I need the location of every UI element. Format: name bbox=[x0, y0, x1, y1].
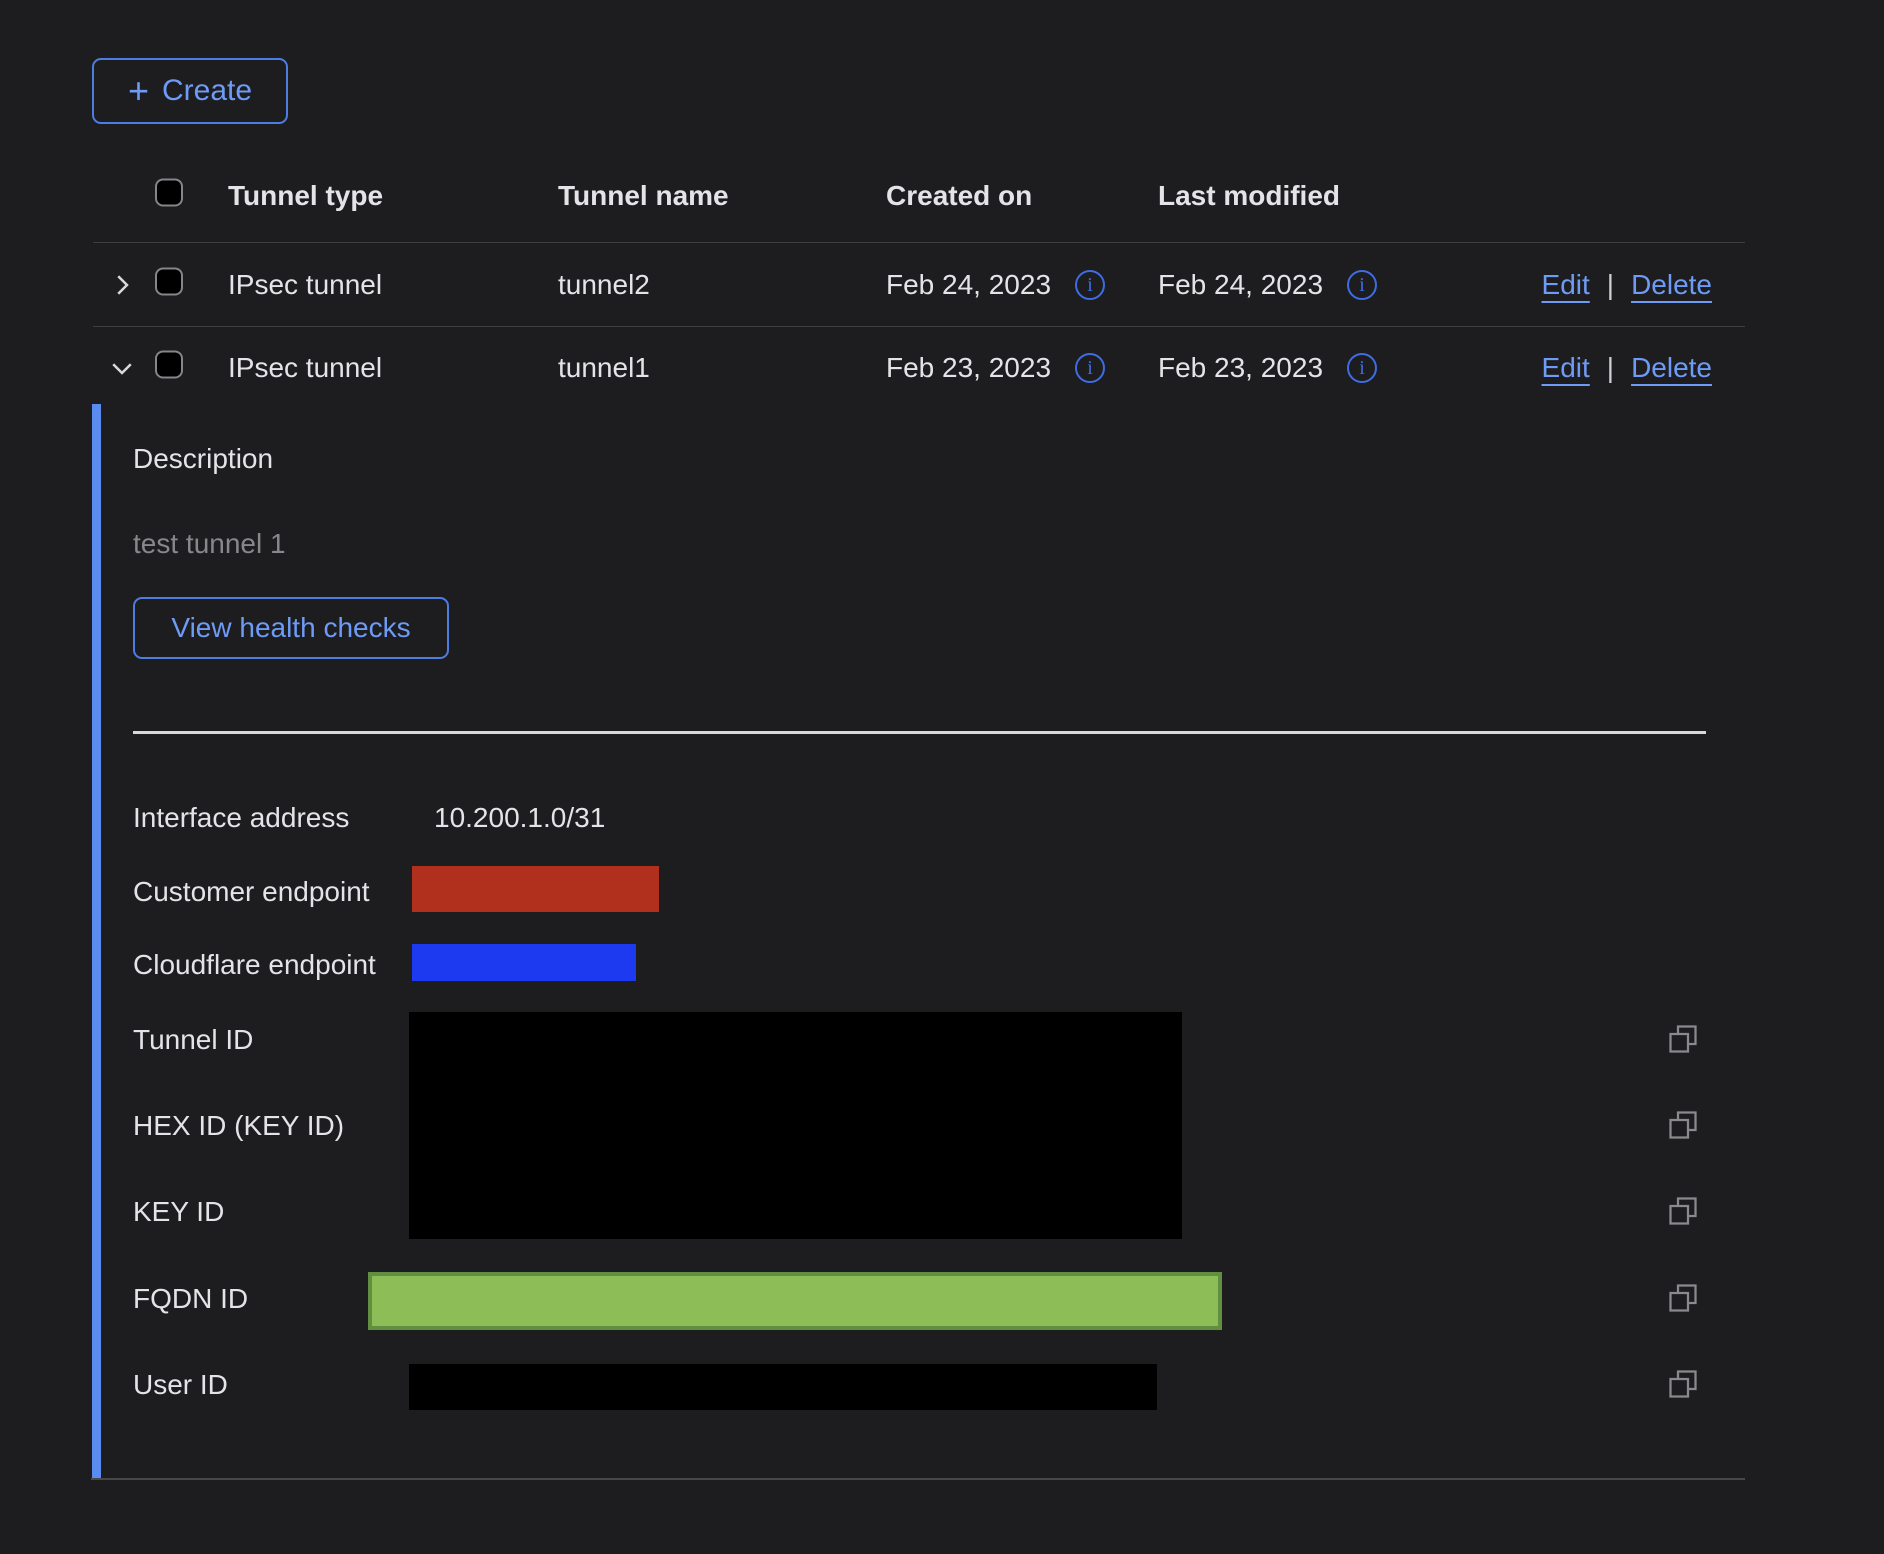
create-button-label: Create bbox=[162, 74, 252, 108]
last-modified-cell: Feb 24, 2023 bbox=[1158, 269, 1323, 301]
select-all-checkbox[interactable] bbox=[155, 179, 183, 207]
table-row: IPsec tunnel tunnel1 Feb 23, 2023 i Feb … bbox=[93, 327, 1745, 409]
last-modified-cell: Feb 23, 2023 bbox=[1158, 352, 1323, 384]
customer-endpoint-label: Customer endpoint bbox=[133, 876, 370, 908]
create-button[interactable]: + Create bbox=[92, 58, 288, 124]
hex-id-label: HEX ID (KEY ID) bbox=[133, 1110, 344, 1142]
column-header-tunnel-name: Tunnel name bbox=[558, 180, 729, 212]
description-label: Description bbox=[133, 443, 273, 475]
action-separator: | bbox=[1607, 352, 1614, 384]
row-checkbox[interactable] bbox=[155, 267, 183, 295]
info-icon[interactable]: i bbox=[1075, 353, 1105, 383]
delete-link[interactable]: Delete bbox=[1631, 269, 1712, 301]
key-id-label: KEY ID bbox=[133, 1196, 224, 1228]
interface-address-label: Interface address bbox=[133, 802, 349, 834]
customer-endpoint-value-redacted bbox=[412, 866, 659, 912]
cloudflare-endpoint-label: Cloudflare endpoint bbox=[133, 949, 376, 981]
info-icon[interactable]: i bbox=[1347, 353, 1377, 383]
expand-chevron-right-icon[interactable] bbox=[105, 268, 139, 302]
copy-icon[interactable] bbox=[1668, 1369, 1698, 1399]
copy-icon[interactable] bbox=[1668, 1283, 1698, 1313]
tunnels-table: Tunnel type Tunnel name Created on Last … bbox=[93, 150, 1745, 409]
copy-icon[interactable] bbox=[1668, 1110, 1698, 1140]
tunnel-name-cell: tunnel1 bbox=[558, 352, 650, 384]
created-on-cell: Feb 23, 2023 bbox=[886, 352, 1051, 384]
edit-link[interactable]: Edit bbox=[1542, 269, 1590, 301]
info-icon[interactable]: i bbox=[1075, 270, 1105, 300]
table-bottom-divider bbox=[91, 1478, 1745, 1480]
user-id-value-redacted bbox=[409, 1364, 1157, 1410]
edit-link[interactable]: Edit bbox=[1542, 352, 1590, 384]
cloudflare-endpoint-value-redacted bbox=[412, 944, 636, 981]
description-value: test tunnel 1 bbox=[133, 528, 286, 560]
collapse-chevron-down-icon[interactable] bbox=[105, 351, 139, 385]
expanded-row-accent-bar bbox=[92, 404, 101, 1479]
tunnel-type-cell: IPsec tunnel bbox=[228, 269, 382, 301]
tunnel-id-hex-key-values-redacted bbox=[409, 1012, 1182, 1239]
tunnel-type-cell: IPsec tunnel bbox=[228, 352, 382, 384]
fqdn-id-label: FQDN ID bbox=[133, 1283, 248, 1315]
copy-icon[interactable] bbox=[1668, 1196, 1698, 1226]
view-health-checks-button[interactable]: View health checks bbox=[133, 597, 449, 659]
action-separator: | bbox=[1607, 269, 1614, 301]
column-header-last-modified: Last modified bbox=[1158, 180, 1340, 212]
table-row: IPsec tunnel tunnel2 Feb 24, 2023 i Feb … bbox=[93, 243, 1745, 327]
tunnel-id-label: Tunnel ID bbox=[133, 1024, 253, 1056]
copy-icon[interactable] bbox=[1668, 1024, 1698, 1054]
created-on-cell: Feb 24, 2023 bbox=[886, 269, 1051, 301]
delete-link[interactable]: Delete bbox=[1631, 352, 1712, 384]
interface-address-value: 10.200.1.0/31 bbox=[434, 802, 605, 834]
section-divider bbox=[133, 731, 1706, 734]
column-header-created-on: Created on bbox=[886, 180, 1032, 212]
fqdn-id-value-redacted bbox=[368, 1272, 1222, 1330]
plus-icon: + bbox=[128, 73, 149, 109]
table-header-row: Tunnel type Tunnel name Created on Last … bbox=[93, 150, 1745, 243]
row-checkbox[interactable] bbox=[155, 351, 183, 379]
tunnel-name-cell: tunnel2 bbox=[558, 269, 650, 301]
user-id-label: User ID bbox=[133, 1369, 228, 1401]
info-icon[interactable]: i bbox=[1347, 270, 1377, 300]
column-header-tunnel-type: Tunnel type bbox=[228, 180, 383, 212]
